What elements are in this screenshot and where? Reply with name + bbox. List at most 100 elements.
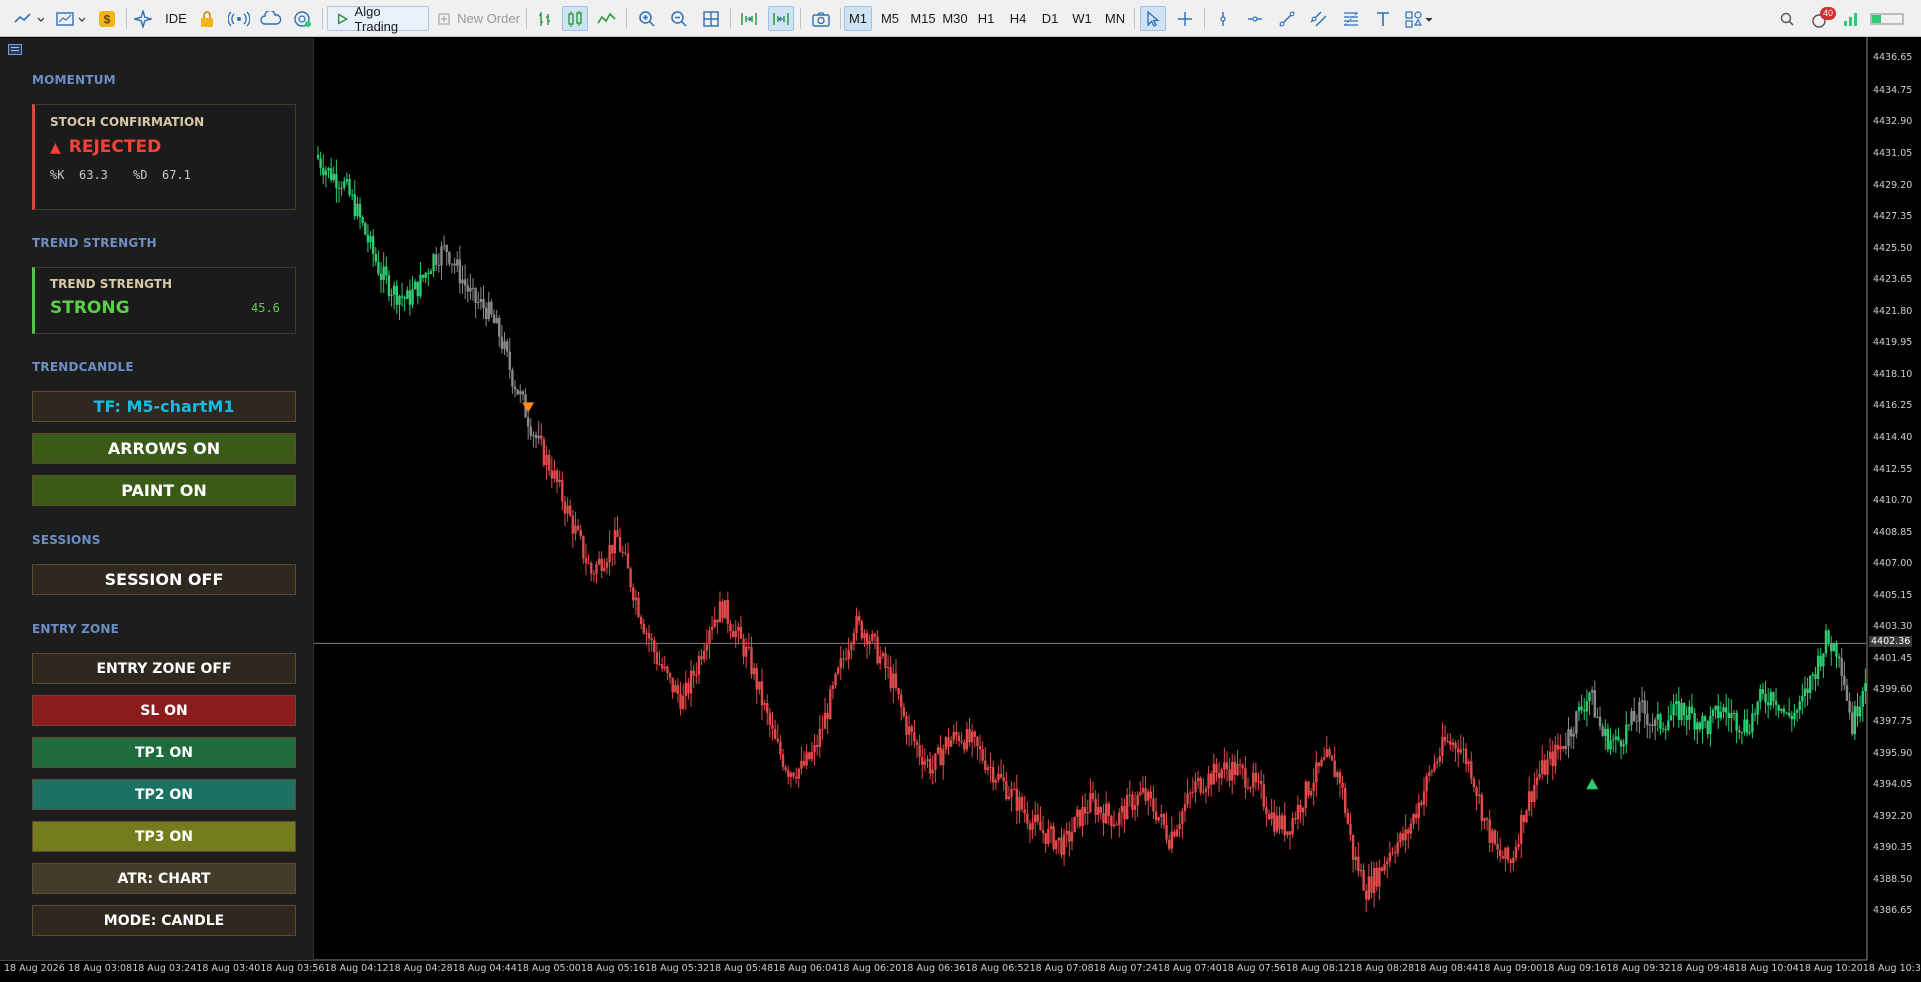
candle-body (1837, 656, 1841, 659)
tf-h4[interactable]: H4 (1004, 6, 1032, 31)
time-tick-label: 18 Aug 05:48 (709, 963, 774, 974)
dollar-icon[interactable]: $ (96, 6, 118, 31)
candle-body (377, 261, 380, 274)
candle-body (1790, 715, 1794, 720)
grid-icon[interactable] (698, 6, 724, 31)
atr-button[interactable]: ATR: CHART (32, 863, 296, 894)
candle-body (1020, 797, 1024, 810)
tf-m15[interactable]: M15 (906, 6, 940, 31)
candle-body (944, 737, 948, 750)
search-icon[interactable] (1776, 6, 1798, 31)
chart-shift-icon[interactable] (768, 6, 794, 31)
zoom-in-icon[interactable] (634, 6, 660, 31)
candle-body (1362, 870, 1365, 891)
paint-toggle-button[interactable]: PAINT ON (32, 475, 296, 506)
candle-body (742, 638, 745, 657)
up-arrow-icon: ▲ (50, 140, 61, 156)
tf-mn[interactable]: MN (1100, 6, 1130, 31)
candle-body (1070, 832, 1074, 842)
time-tick-label: 18 Aug 2026 (4, 963, 65, 974)
candle-body (1727, 712, 1730, 719)
crosshair-icon[interactable] (1172, 6, 1198, 31)
channel-icon[interactable] (1306, 6, 1332, 31)
vps-icon[interactable] (290, 6, 316, 31)
candle-body (1793, 712, 1796, 720)
candle-body (939, 747, 942, 766)
candle-body (427, 272, 430, 274)
autoscroll-icon[interactable] (736, 6, 762, 31)
text-tool-icon[interactable] (1370, 6, 1396, 31)
candle-body (1104, 803, 1108, 824)
candle-body (637, 597, 640, 617)
candle-body (335, 173, 338, 188)
candle-body (1635, 721, 1639, 723)
candle-body (957, 735, 961, 742)
tf-m1[interactable]: M1 (844, 6, 872, 31)
time-tick-label: 18 Aug 05:32 (645, 963, 710, 974)
panel-menu-icon[interactable] (8, 44, 22, 55)
candle-body (435, 254, 438, 265)
tf-h1[interactable]: H1 (972, 6, 1000, 31)
template-icon[interactable] (54, 6, 88, 31)
candle-body (697, 655, 701, 675)
candle-body (1485, 818, 1489, 820)
candle-body (1493, 830, 1497, 845)
candle-body (1399, 833, 1402, 843)
candle-body (1719, 711, 1723, 718)
algo-trading-button[interactable]: Algo Trading (327, 4, 429, 34)
lock-icon[interactable] (196, 6, 218, 31)
tf-m30[interactable]: M30 (938, 6, 972, 31)
cloud-icon[interactable] (258, 6, 284, 31)
candle-body (1210, 773, 1213, 785)
candle-body (831, 685, 835, 690)
chart-type-icon[interactable] (12, 6, 46, 31)
tp2-toggle-button[interactable]: TP2 ON (32, 779, 296, 810)
price-tick-label: 4410.70 (1873, 495, 1913, 507)
vertical-line-icon[interactable] (1210, 6, 1236, 31)
stoch-status: ▲ REJECTED (50, 137, 161, 157)
arrows-toggle-button[interactable]: ARROWS ON (32, 433, 296, 464)
tf-m5[interactable]: M5 (876, 6, 904, 31)
tf-w1[interactable]: W1 (1068, 6, 1096, 31)
tf-d1[interactable]: D1 (1036, 6, 1064, 31)
notifications-icon[interactable]: 40 (1806, 6, 1837, 31)
candle-body (1477, 794, 1481, 796)
fibonacci-icon[interactable] (1338, 6, 1364, 31)
current-price-tag: 4402.36 (1869, 636, 1913, 648)
tp1-toggle-button[interactable]: TP1 ON (32, 737, 296, 768)
candle-body (1504, 847, 1507, 859)
mode-button[interactable]: MODE: CANDLE (32, 905, 296, 936)
candle-body (894, 673, 898, 688)
sparkle-icon[interactable] (132, 6, 154, 31)
candle-body (469, 287, 472, 292)
toolbar: $ IDE Algo Trading New Order M1 M5 M15 M… (0, 0, 1921, 37)
candle-body (1745, 719, 1749, 734)
candle-body (676, 685, 680, 694)
candle-body (1115, 824, 1118, 826)
cursor-icon[interactable] (1140, 6, 1166, 31)
trendline-icon[interactable] (1274, 6, 1300, 31)
horizontal-line-icon[interactable] (1242, 6, 1268, 31)
candle-body (603, 567, 606, 572)
candle-body (1183, 804, 1187, 812)
new-order-button[interactable]: New Order (436, 6, 521, 31)
tp3-toggle-button[interactable]: TP3 ON (32, 821, 296, 852)
candle-body (1861, 690, 1864, 707)
candle-body (1152, 798, 1155, 812)
line-chart-icon[interactable] (594, 6, 620, 31)
candle-body (955, 731, 958, 736)
candle-body (442, 245, 446, 247)
session-toggle-button[interactable]: SESSION OFF (32, 564, 296, 595)
timeframe-button[interactable]: TF: M5-chartM1 (32, 391, 296, 422)
candlestick-icon[interactable] (562, 6, 588, 31)
signal-icon[interactable] (226, 6, 252, 31)
entry-zone-toggle-button[interactable]: ENTRY ZONE OFF (32, 653, 296, 684)
candle-body (1380, 867, 1384, 871)
candle-body (1617, 736, 1620, 741)
bar-chart-icon[interactable] (532, 6, 558, 31)
ide-button[interactable]: IDE (162, 6, 190, 31)
shapes-icon[interactable] (1402, 6, 1436, 31)
zoom-out-icon[interactable] (666, 6, 692, 31)
sl-toggle-button[interactable]: SL ON (32, 695, 296, 726)
screenshot-icon[interactable] (808, 6, 834, 31)
